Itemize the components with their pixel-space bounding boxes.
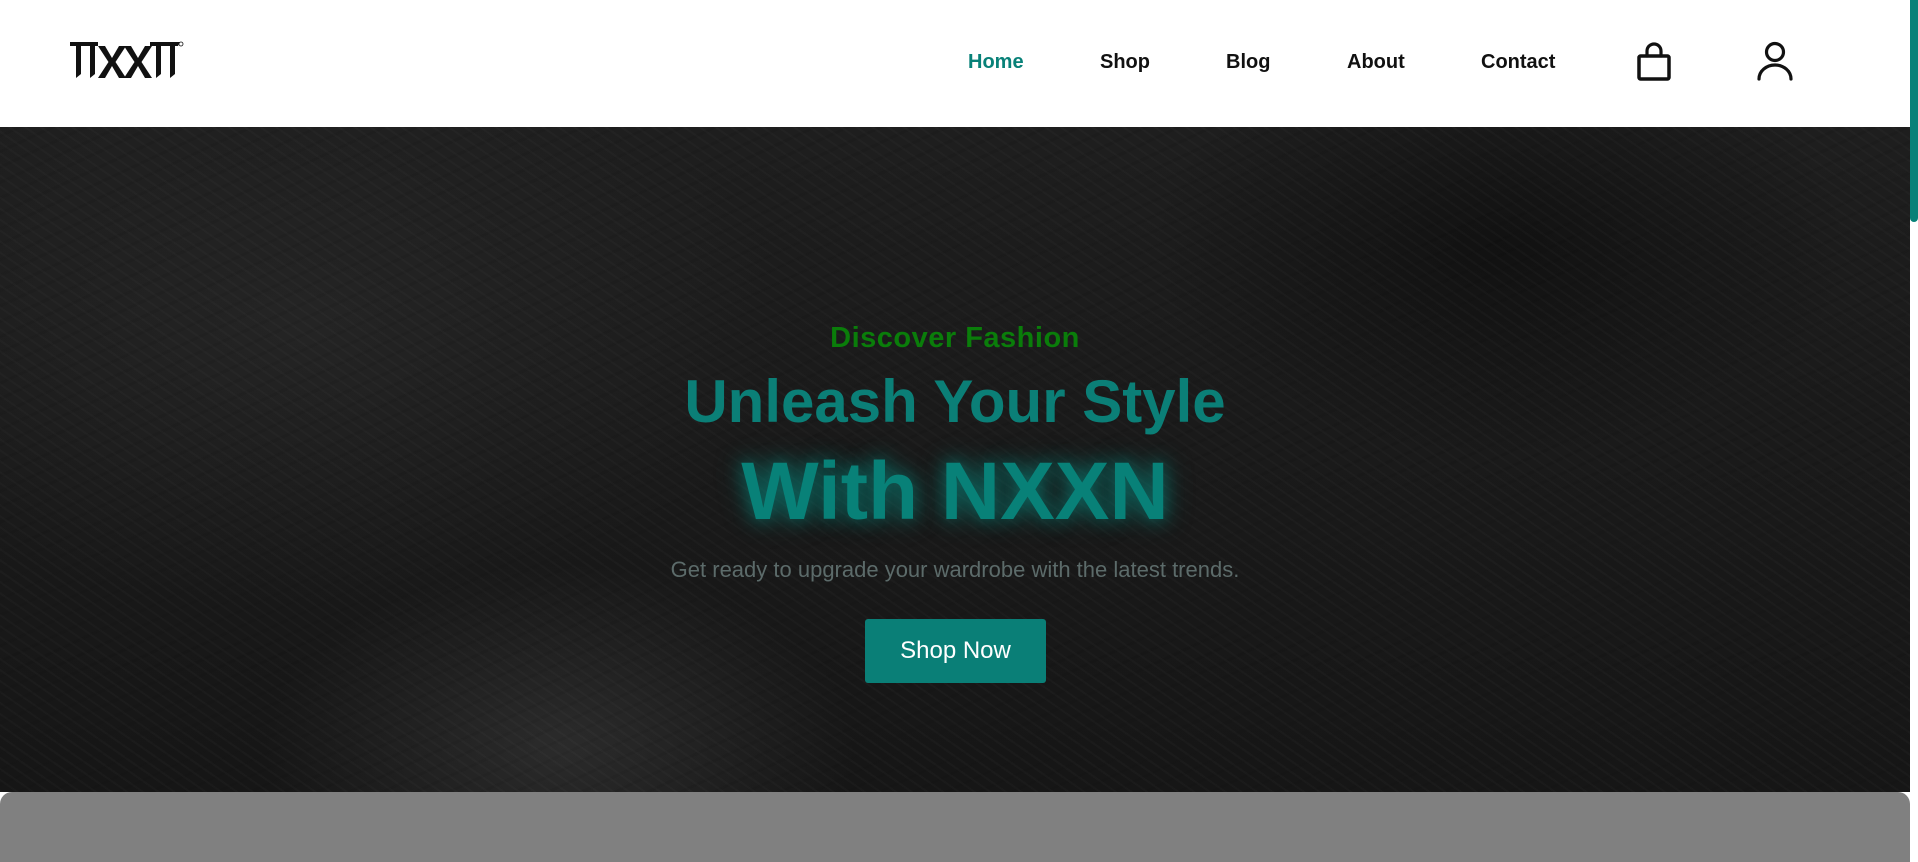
shopping-bag-icon xyxy=(1637,42,1671,81)
nav-blog[interactable]: Blog xyxy=(1226,51,1270,74)
hero-section: Discover Fashion Unleash Your Style With… xyxy=(0,127,1910,792)
hero-eyebrow: Discover Fashion xyxy=(830,322,1080,354)
cart-button[interactable] xyxy=(1636,42,1672,87)
shop-now-button[interactable]: Shop Now xyxy=(865,619,1046,683)
brand-logo[interactable] xyxy=(68,36,184,82)
next-section-panel xyxy=(0,792,1910,862)
nav-shop[interactable]: Shop xyxy=(1100,51,1150,74)
hero-title-line-2: With NXXN xyxy=(741,446,1169,537)
site-header: Home Shop Blog About Contact xyxy=(0,0,1910,127)
nav-contact[interactable]: Contact xyxy=(1481,51,1555,74)
hero-subtitle: Get ready to upgrade your wardrobe with … xyxy=(670,557,1240,582)
nav-about[interactable]: About xyxy=(1347,51,1405,74)
nxxn-logo-icon xyxy=(70,41,184,78)
account-button[interactable] xyxy=(1756,40,1794,87)
nav-home[interactable]: Home xyxy=(968,51,1024,74)
page-scrollbar-thumb[interactable] xyxy=(1910,0,1918,222)
user-icon xyxy=(1757,41,1793,81)
hero-title-line-1: Unleash Your Style xyxy=(684,368,1226,435)
